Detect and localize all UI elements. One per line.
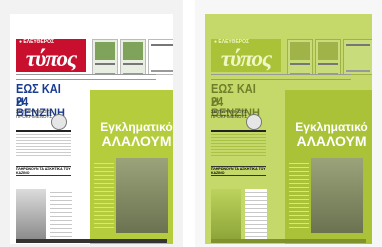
hero-title: Εγκληματικό bbox=[100, 120, 173, 134]
lead-subhead: ΣΕ ΠΥΡΗΝΙΚΟΥΣ ΠΡΟΚΡΙΜΕΝΟΥΣ bbox=[16, 109, 53, 119]
footer-strip bbox=[16, 239, 167, 243]
hero-story[interactable]: Εγκληματικό ΑΛΑΛΟΥΜ bbox=[90, 90, 173, 244]
hero-body-text bbox=[94, 160, 114, 230]
lead-subhead: ΣΕ ΠΥΡΗΝΙΚΟΥΣ ΠΡΟΚΡΙΜΕΝΟΥΣ bbox=[211, 109, 248, 119]
story-caption: ΠΛΗΡΩΝΟΥΝ ΤΑ ΑΣΚΗΤΙΚΑ ΤΟΥ ΚΑΖΙΝΟ bbox=[211, 166, 266, 176]
newspaper-logo[interactable]: τύπος bbox=[16, 46, 86, 72]
promo-image bbox=[290, 42, 310, 60]
price-table bbox=[211, 130, 266, 157]
promo-text bbox=[346, 44, 370, 72]
promo-box-3[interactable] bbox=[148, 39, 173, 75]
front-page-thumbnail-original[interactable]: ● ΕΛΕΥΘΕΡΟΣ τύπος ΕΩΣ ΚΑΙ 24 Η ΒΕΝΖΙΝΗ Σ… bbox=[0, 0, 183, 247]
brand-bar: ● ΕΛΕΥΘΕΡΟΣ bbox=[211, 39, 281, 46]
promo-text bbox=[151, 44, 173, 72]
promo-box-1[interactable] bbox=[92, 39, 118, 75]
date-strip bbox=[211, 74, 351, 80]
front-page-thumbnail-highlighted[interactable]: ● ΕΛΕΥΘΕΡΟΣ τύπος ΕΩΣ ΚΑΙ 24 Η ΒΕΝΖΙΝΗ Σ… bbox=[195, 0, 382, 247]
hero-body-text bbox=[289, 160, 309, 230]
coin-icon bbox=[246, 114, 262, 130]
hero-photo bbox=[311, 158, 363, 233]
price-table bbox=[16, 130, 71, 157]
side-photo bbox=[16, 189, 46, 239]
promo-box-3[interactable] bbox=[343, 39, 372, 75]
newspaper-logo[interactable]: τύπος bbox=[211, 46, 281, 72]
promo-image bbox=[318, 42, 338, 60]
newspaper-page: ● ΕΛΕΥΘΕΡΟΣ τύπος ΕΩΣ ΚΑΙ 24 Η ΒΕΝΖΙΝΗ Σ… bbox=[10, 14, 173, 244]
promo-box-2[interactable] bbox=[120, 39, 146, 75]
newspaper-page: ● ΕΛΕΥΘΕΡΟΣ τύπος ΕΩΣ ΚΑΙ 24 Η ΒΕΝΖΙΝΗ Σ… bbox=[205, 14, 372, 244]
promo-box-1[interactable] bbox=[287, 39, 313, 75]
side-photo bbox=[211, 189, 241, 239]
promo-box-2[interactable] bbox=[315, 39, 341, 75]
hero-story[interactable]: Εγκληματικό ΑΛΑΛΟΥΜ bbox=[285, 90, 372, 244]
promo-image bbox=[95, 42, 115, 60]
hero-title: Εγκληματικό bbox=[295, 120, 368, 134]
hero-subtitle: ΑΛΑΛΟΥΜ bbox=[296, 133, 367, 149]
footer-strip bbox=[211, 239, 366, 243]
date-strip bbox=[16, 74, 156, 80]
hero-subtitle: ΑΛΑΛΟΥΜ bbox=[101, 133, 172, 149]
side-column-text bbox=[50, 189, 72, 239]
hero-photo bbox=[116, 158, 168, 233]
story-caption: ΠΛΗΡΩΝΟΥΝ ΤΑ ΑΣΚΗΤΙΚΑ ΤΟΥ ΚΑΖΙΝΟ bbox=[16, 166, 71, 176]
coin-icon bbox=[51, 114, 67, 130]
brand-bar: ● ΕΛΕΥΘΕΡΟΣ bbox=[16, 39, 86, 46]
side-column-text bbox=[245, 189, 267, 239]
promo-image bbox=[123, 42, 143, 60]
